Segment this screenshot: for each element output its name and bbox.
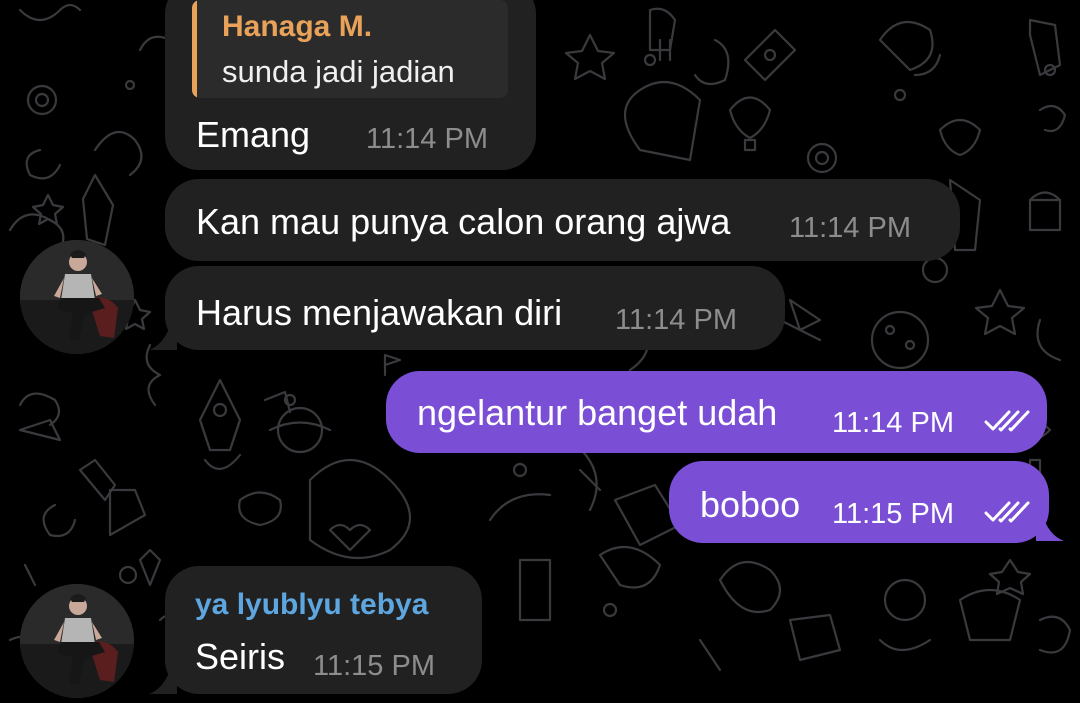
message-time: 11:15 PM bbox=[313, 650, 435, 682]
message-bubble[interactable]: Kan mau punya calon orang ajwa 11:14 PM bbox=[165, 179, 960, 261]
message-time: 11:14 PM bbox=[789, 212, 911, 244]
person-seated-avatar-icon bbox=[20, 584, 134, 698]
message-text: Kan mau punya calon orang ajwa bbox=[196, 201, 731, 242]
bubble-tail bbox=[149, 322, 177, 350]
bubble-tail bbox=[149, 666, 177, 694]
message-bubble[interactable]: ngelantur banget udah 11:14 PM bbox=[386, 371, 1047, 453]
reply-accent-bar bbox=[192, 0, 197, 98]
sender-avatar[interactable] bbox=[20, 584, 134, 698]
reply-author: Hanaga M. bbox=[222, 10, 373, 43]
message-time: 11:14 PM bbox=[615, 304, 737, 336]
message-text: Seiris bbox=[195, 636, 286, 677]
sender-name[interactable]: ya lyublyu tebya bbox=[195, 590, 428, 620]
message-bubble[interactable]: Hanaga M. sunda jadi jadian Emang 11:14 … bbox=[165, 0, 536, 170]
message-bubble[interactable]: Harus menjawakan diri 11:14 PM bbox=[165, 266, 785, 350]
chat-view[interactable]: Hanaga M. sunda jadi jadian Emang 11:14 … bbox=[0, 0, 1080, 703]
message-text: Harus menjawakan diri bbox=[196, 292, 563, 333]
double-check-icon bbox=[984, 501, 1030, 523]
message-time: 11:15 PM bbox=[832, 498, 954, 530]
message-text: Emang bbox=[196, 114, 311, 155]
message-time: 11:14 PM bbox=[366, 123, 488, 155]
person-seated-avatar-icon bbox=[20, 240, 134, 354]
message-time: 11:14 PM bbox=[832, 407, 954, 439]
double-check-icon bbox=[984, 410, 1030, 432]
message-text: ngelantur banget udah bbox=[417, 392, 778, 433]
reply-quote[interactable]: Hanaga M. sunda jadi jadian bbox=[192, 0, 508, 98]
sender-avatar[interactable] bbox=[20, 240, 134, 354]
message-bubble[interactable]: ya lyublyu tebya Seiris 11:15 PM bbox=[165, 566, 482, 694]
bubble-tail bbox=[1036, 513, 1064, 541]
message-text: boboo bbox=[700, 484, 801, 525]
message-bubble[interactable]: boboo 11:15 PM bbox=[669, 461, 1049, 543]
reply-text: sunda jadi jadian bbox=[222, 54, 455, 89]
